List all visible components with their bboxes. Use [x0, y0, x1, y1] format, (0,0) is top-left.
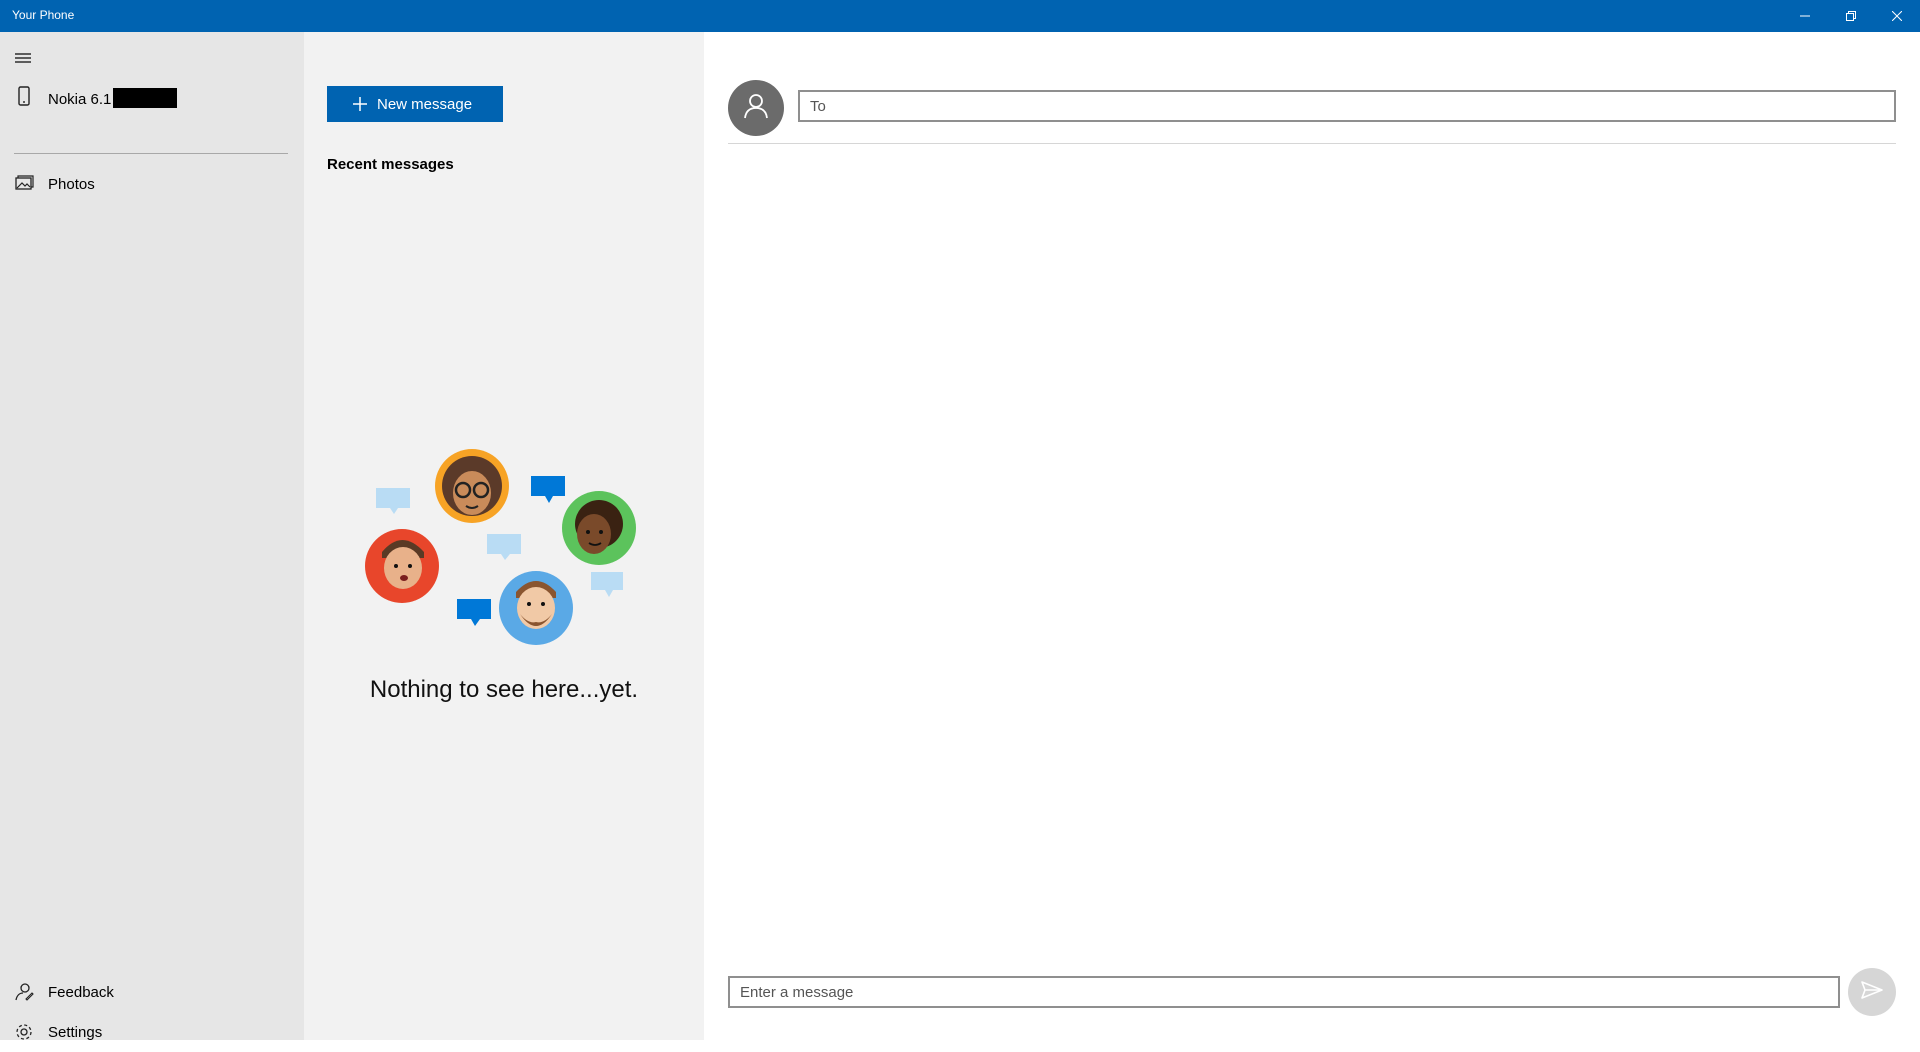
- minimize-button[interactable]: [1782, 0, 1828, 32]
- compose-pane: [704, 32, 1920, 1040]
- device-name: Nokia 6.1: [48, 91, 112, 108]
- title-bar: Your Phone: [0, 0, 1920, 32]
- recent-messages-heading: Recent messages: [327, 156, 454, 173]
- hamburger-icon: [13, 53, 35, 74]
- sidebar-item-label: Settings: [48, 1024, 103, 1041]
- feedback-icon: [14, 982, 34, 1002]
- send-button[interactable]: [1848, 968, 1896, 1016]
- photos-icon: [14, 174, 34, 194]
- sidebar-item-device[interactable]: Nokia 6.1: [0, 76, 304, 116]
- close-icon: [1892, 11, 1902, 21]
- restore-icon: [1846, 11, 1856, 21]
- new-message-button[interactable]: New message: [327, 86, 503, 122]
- minimize-icon: [1800, 11, 1810, 21]
- sidebar-item-settings[interactable]: Settings: [0, 1012, 304, 1052]
- menu-button[interactable]: [13, 48, 35, 70]
- window-title: Your Phone: [12, 8, 75, 22]
- person-icon: [743, 93, 769, 124]
- sidebar-item-photos[interactable]: Photos: [0, 164, 304, 204]
- avatar: [728, 80, 784, 136]
- restore-button[interactable]: [1828, 0, 1874, 32]
- sidebar-item-feedback[interactable]: Feedback: [0, 972, 304, 1012]
- sidebar-item-label: Nokia 6.1: [48, 88, 178, 108]
- redacted-block: [113, 88, 178, 108]
- empty-state-message: Nothing to see here...yet.: [369, 676, 639, 703]
- compose-divider: [728, 143, 1896, 144]
- new-message-label: New message: [377, 95, 473, 113]
- empty-state-illustration: [365, 449, 636, 645]
- gear-icon: [14, 1022, 34, 1042]
- sidebar-divider: [14, 153, 288, 154]
- sidebar-item-label: Feedback: [48, 984, 114, 1001]
- navigation-sidebar: Nokia 6.1 Photos Feedback Settings: [0, 32, 304, 1041]
- close-button[interactable]: [1874, 0, 1920, 32]
- send-icon: [1861, 980, 1883, 1005]
- plus-icon: [353, 97, 367, 111]
- phone-icon: [14, 86, 34, 106]
- sidebar-item-label: Photos: [48, 176, 95, 193]
- message-input[interactable]: [728, 976, 1840, 1008]
- messages-list-pane: New message Recent messages Nothing to s…: [304, 32, 704, 1040]
- to-recipient-input[interactable]: [798, 90, 1896, 122]
